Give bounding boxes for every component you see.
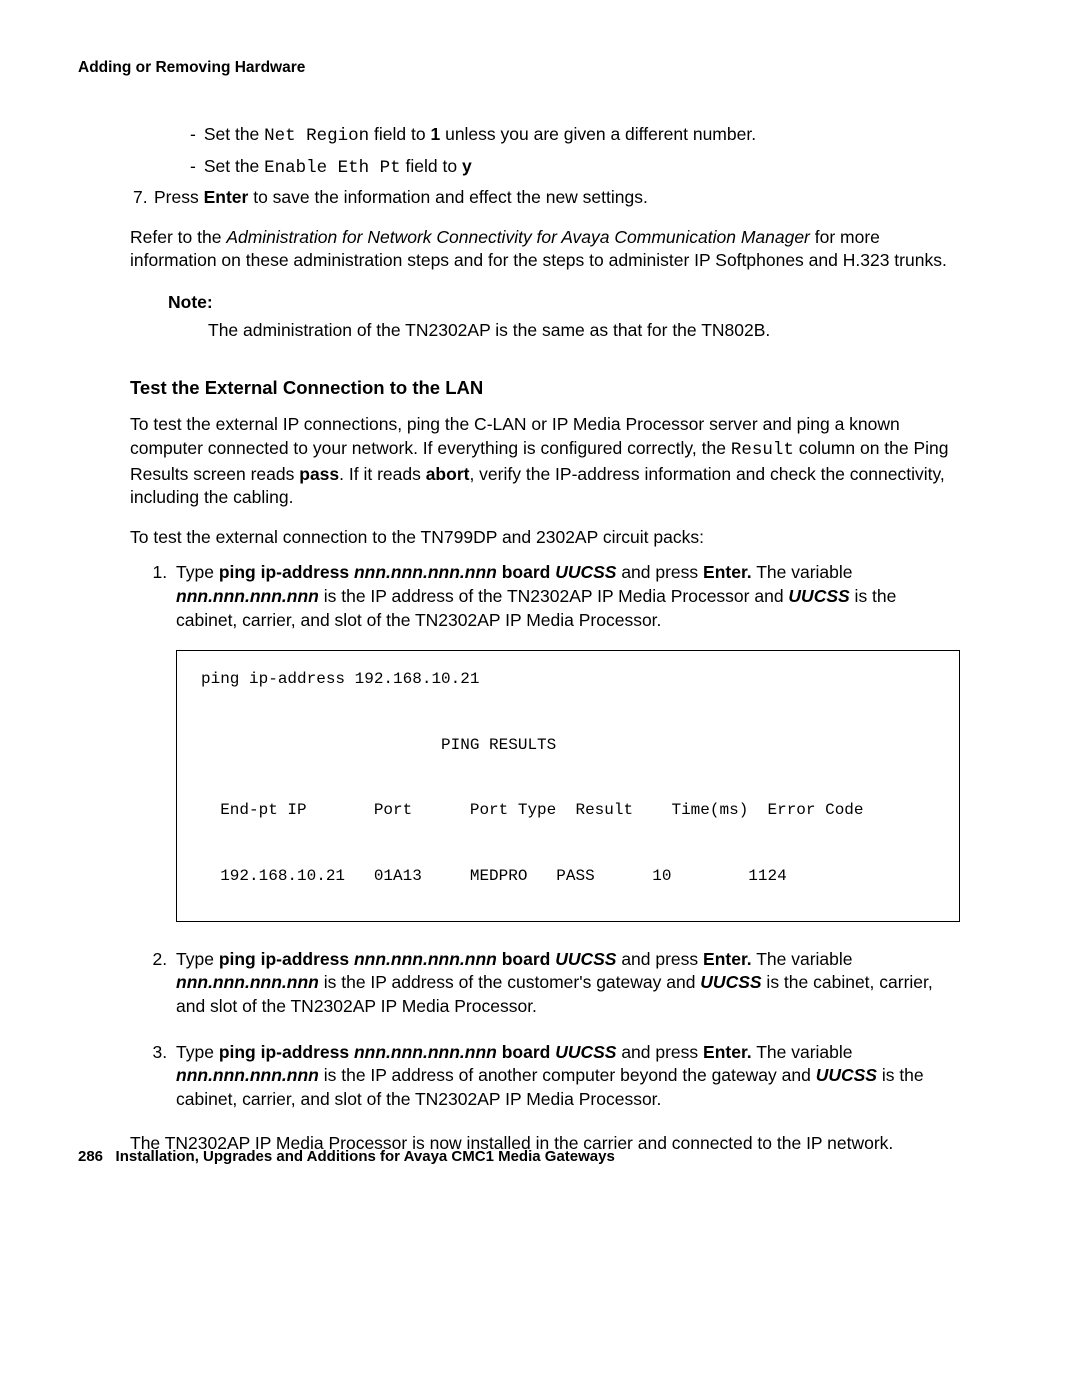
s3-uucss: UUCSS — [555, 1042, 616, 1062]
step7-enter: Enter — [204, 187, 249, 207]
s2-cmd2: board — [497, 949, 555, 969]
note-text: The administration of the TN2302AP is th… — [208, 319, 960, 343]
s3-cmd1: ping ip-address — [219, 1042, 354, 1062]
s3-mid2: The variable — [752, 1042, 853, 1062]
note-label: Note: — [168, 291, 960, 315]
sub-bullet-b-pre: Set the — [204, 156, 264, 176]
tp1-result: Result — [731, 440, 794, 460]
s3-nnn2: nnn.nnn.nnn.nnn — [176, 1065, 319, 1085]
s1-nnn2: nnn.nnn.nnn.nnn — [176, 586, 319, 606]
s2-post1: is the IP address of the customer's gate… — [319, 972, 700, 992]
s2-uucss: UUCSS — [555, 949, 616, 969]
bullet-dash: - — [190, 123, 196, 147]
sub-bullet-a-pre: Set the — [204, 124, 264, 144]
sub-bullet-b-val: y — [462, 156, 472, 176]
page-footer: 286 Installation, Upgrades and Additions… — [78, 1147, 615, 1167]
tp1-abort: abort — [426, 464, 470, 484]
test-para-1: To test the external IP connections, pin… — [130, 413, 960, 510]
step7-pre: Press — [154, 187, 204, 207]
step-3: Type ping ip-address nnn.nnn.nnn.nnn boa… — [172, 1041, 960, 1112]
s3-post1: is the IP address of another computer be… — [319, 1065, 816, 1085]
footer-title: Installation, Upgrades and Additions for… — [116, 1148, 615, 1165]
s3-enter: Enter. — [703, 1042, 752, 1062]
s1-enter: Enter. — [703, 562, 752, 582]
s2-cmd1: ping ip-address — [219, 949, 354, 969]
s1-cmd2: board — [497, 562, 555, 582]
s2-mid2: The variable — [752, 949, 853, 969]
sub-bullet-a-val: 1 — [430, 124, 440, 144]
s1-nnn: nnn.nnn.nnn.nnn — [354, 562, 497, 582]
s3-pre: Type — [176, 1042, 219, 1062]
step7-num: 7. — [133, 186, 149, 210]
sub-bullet-a-mid: field to — [369, 124, 430, 144]
s3-nnn: nnn.nnn.nnn.nnn — [354, 1042, 497, 1062]
page-header: Adding or Removing Hardware — [78, 58, 960, 79]
s2-nnn: nnn.nnn.nnn.nnn — [354, 949, 497, 969]
tp1-pass: pass — [299, 464, 339, 484]
s1-uucss: UUCSS — [555, 562, 616, 582]
s1-post1: is the IP address of the TN2302AP IP Med… — [319, 586, 789, 606]
note-block: Note: The administration of the TN2302AP… — [130, 291, 960, 342]
s2-pre: Type — [176, 949, 219, 969]
footer-page-num: 286 — [78, 1148, 103, 1165]
ping-results-box: ping ip-address 192.168.10.21 PING RESUL… — [176, 650, 960, 922]
s1-cmd1: ping ip-address — [219, 562, 354, 582]
s1-uucss2: UUCSS — [788, 586, 849, 606]
s2-enter: Enter. — [703, 949, 752, 969]
refer-doc: Administration for Network Connectivity … — [226, 227, 810, 247]
sub-bullet-b-field: Enable Eth Pt — [264, 158, 401, 178]
sub-bullet-a-field: Net Region — [264, 126, 369, 146]
refer-pre: Refer to the — [130, 227, 226, 247]
s2-uucss2: UUCSS — [700, 972, 761, 992]
s2-mid1: and press — [616, 949, 703, 969]
s3-cmd2: board — [497, 1042, 555, 1062]
section-heading: Test the External Connection to the LAN — [130, 376, 960, 401]
s1-mid2: The variable — [752, 562, 853, 582]
sub-bullet-b-mid: field to — [401, 156, 462, 176]
s1-mid1: and press — [616, 562, 703, 582]
test-para-2: To test the external connection to the T… — [130, 526, 960, 550]
s2-nnn2: nnn.nnn.nnn.nnn — [176, 972, 319, 992]
sub-bullet-a-post: unless you are given a different number. — [440, 124, 756, 144]
step-2: Type ping ip-address nnn.nnn.nnn.nnn boa… — [172, 948, 960, 1019]
sub-bullet-list: -Set the Net Region field to 1 unless yo… — [190, 123, 960, 180]
step-1: Type ping ip-address nnn.nnn.nnn.nnn boa… — [172, 561, 960, 921]
step7-post: to save the information and effect the n… — [248, 187, 648, 207]
step-7: 7.Press Enter to save the information an… — [133, 186, 960, 210]
refer-paragraph: Refer to the Administration for Network … — [130, 226, 960, 273]
s3-uucss2: UUCSS — [816, 1065, 877, 1085]
s1-pre: Type — [176, 562, 219, 582]
tp1-mid2: . If it reads — [339, 464, 426, 484]
s3-mid1: and press — [616, 1042, 703, 1062]
bullet-dash: - — [190, 155, 196, 179]
